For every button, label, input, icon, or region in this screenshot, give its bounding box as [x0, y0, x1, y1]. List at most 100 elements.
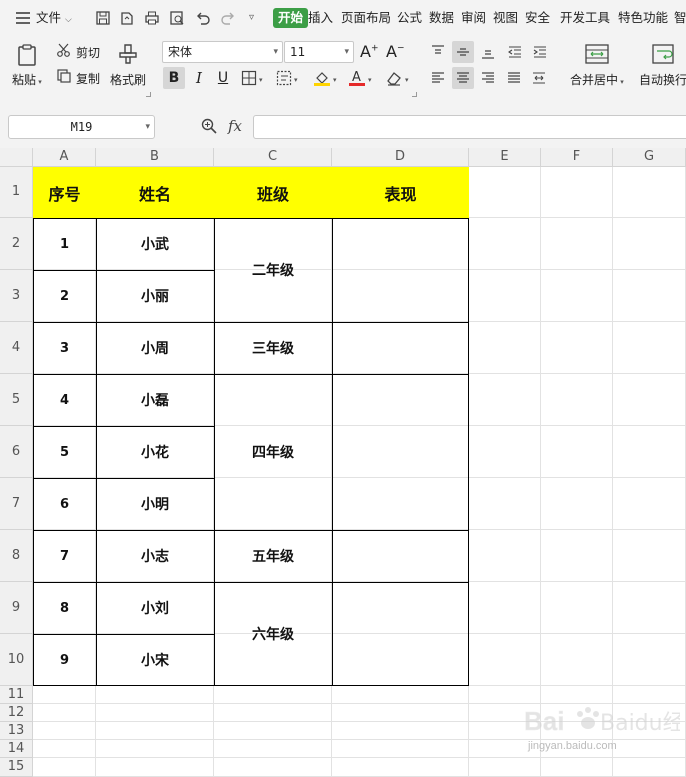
insert-function-icon[interactable]: fx [228, 117, 242, 135]
cell[interactable] [96, 686, 214, 704]
cell[interactable] [613, 218, 686, 270]
name-box[interactable]: M19 ▾ [8, 115, 155, 139]
format-painter-icon[interactable] [116, 42, 140, 66]
row-header-5[interactable]: 5 [0, 374, 33, 426]
merge-center-icon[interactable] [584, 42, 610, 66]
column-header-b[interactable]: B [96, 148, 214, 167]
italic-button[interactable]: I [188, 67, 210, 89]
tab-security[interactable]: 安全 [525, 8, 550, 28]
column-header-d[interactable]: D [332, 148, 469, 167]
cell[interactable] [541, 478, 613, 530]
cell[interactable] [469, 322, 541, 374]
cell[interactable] [613, 758, 686, 777]
cell[interactable] [613, 374, 686, 426]
seq-cell[interactable]: 1 [33, 218, 96, 270]
cell[interactable] [332, 686, 469, 704]
redo-icon[interactable] [219, 9, 237, 27]
row-header-3[interactable]: 3 [0, 270, 33, 322]
row-header-11[interactable]: 11 [0, 686, 33, 704]
row-header-6[interactable]: 6 [0, 426, 33, 478]
name-cell[interactable]: 小周 [96, 322, 214, 374]
row-header-13[interactable]: 13 [0, 722, 33, 740]
cell[interactable] [332, 740, 469, 758]
decrease-font-icon[interactable]: A− [386, 42, 405, 61]
undo-icon[interactable] [194, 9, 212, 27]
performance-cell[interactable] [332, 582, 469, 686]
wrap-text-button[interactable]: 自动换行 [639, 71, 686, 88]
cell[interactable] [33, 686, 96, 704]
export-icon[interactable] [118, 9, 136, 27]
cell[interactable] [214, 758, 332, 777]
print-preview-icon[interactable] [168, 9, 186, 27]
cell[interactable] [613, 322, 686, 374]
name-cell[interactable]: 小志 [96, 530, 214, 582]
quick-access-dropdown-icon[interactable]: ▿ [249, 8, 254, 28]
cell[interactable] [33, 740, 96, 758]
cell[interactable] [33, 722, 96, 740]
font-color-icon[interactable]: A [348, 68, 366, 87]
performance-cell[interactable] [332, 322, 469, 374]
cell[interactable] [469, 530, 541, 582]
scissors-icon[interactable] [56, 42, 72, 58]
cell[interactable] [332, 722, 469, 740]
cell[interactable] [469, 374, 541, 426]
name-cell[interactable]: 小宋 [96, 634, 214, 686]
grade-cell[interactable]: 六年级 [214, 582, 332, 686]
paste-button[interactable]: 粘贴 ▾ [12, 71, 42, 88]
cell[interactable] [469, 270, 541, 322]
align-middle-button[interactable] [452, 41, 474, 63]
name-cell[interactable]: 小武 [96, 218, 214, 270]
seq-cell[interactable]: 4 [33, 374, 96, 426]
cell[interactable] [469, 478, 541, 530]
cell[interactable] [541, 582, 613, 634]
grade-cell[interactable]: 二年级 [214, 218, 332, 322]
cell[interactable] [541, 218, 613, 270]
name-cell[interactable]: 小明 [96, 478, 214, 530]
clear-format-icon[interactable] [385, 69, 403, 87]
cell[interactable] [541, 530, 613, 582]
name-cell[interactable]: 小花 [96, 426, 214, 478]
cell[interactable] [214, 704, 332, 722]
column-header-g[interactable]: G [613, 148, 686, 167]
font-size-select[interactable]: 11 ▾ [284, 41, 354, 63]
cell[interactable] [613, 530, 686, 582]
cell[interactable] [469, 634, 541, 686]
fill-color-caret-icon[interactable]: ▾ [333, 76, 337, 84]
cell[interactable] [96, 722, 214, 740]
bold-button[interactable]: B [163, 67, 185, 89]
tab-view[interactable]: 视图 [493, 8, 518, 28]
seq-cell[interactable]: 7 [33, 530, 96, 582]
merge-center-button[interactable]: 合并居中 ▾ [570, 71, 624, 88]
tab-developer[interactable]: 开发工具 [560, 8, 610, 28]
tab-page-layout[interactable]: 页面布局 [341, 8, 391, 28]
cell[interactable] [214, 740, 332, 758]
cell[interactable] [613, 478, 686, 530]
align-left-button[interactable] [427, 67, 449, 89]
tab-home[interactable]: 开始 [273, 8, 309, 28]
row-header-10[interactable]: 10 [0, 634, 33, 686]
cell[interactable] [96, 758, 214, 777]
name-cell[interactable]: 小丽 [96, 270, 214, 322]
row-header-4[interactable]: 4 [0, 322, 33, 374]
align-right-button[interactable] [477, 67, 499, 89]
cell-style-caret-icon[interactable]: ▾ [294, 76, 298, 84]
row-header-1[interactable]: 1 [0, 167, 33, 218]
borders-icon[interactable] [241, 70, 257, 86]
tab-data[interactable]: 数据 [429, 8, 454, 28]
wrap-text-icon[interactable] [650, 42, 676, 66]
column-header-e[interactable]: E [469, 148, 541, 167]
increase-indent-button[interactable] [529, 41, 551, 63]
cell[interactable] [613, 582, 686, 634]
menu-file[interactable]: 文件 ⌵ [36, 8, 72, 28]
seq-cell[interactable]: 2 [33, 270, 96, 322]
performance-cell[interactable] [332, 530, 469, 582]
increase-font-icon[interactable]: A+ [360, 42, 379, 61]
performance-cell[interactable] [332, 374, 469, 530]
tab-insert[interactable]: 插入 [308, 8, 333, 28]
cell[interactable] [96, 704, 214, 722]
distributed-align-button[interactable] [528, 67, 550, 89]
tab-special-features[interactable]: 特色功能 [618, 8, 668, 28]
cell[interactable] [469, 582, 541, 634]
formula-input[interactable] [253, 115, 686, 139]
borders-caret-icon[interactable]: ▾ [259, 76, 263, 84]
